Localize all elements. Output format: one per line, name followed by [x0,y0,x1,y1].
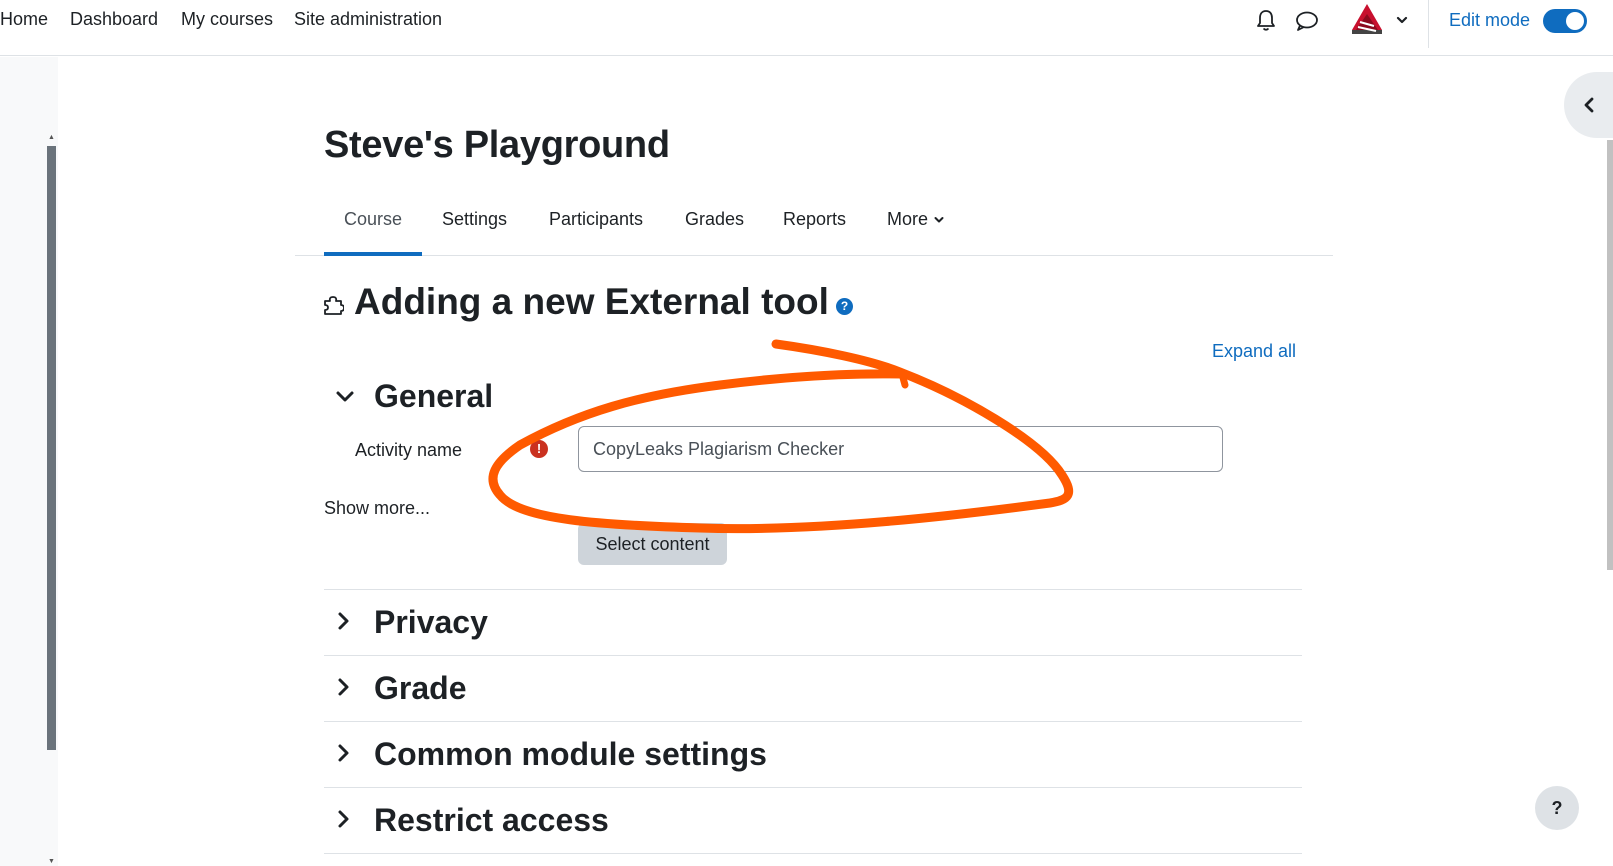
tab-grades[interactable]: Grades [685,208,744,230]
open-drawer-button[interactable] [1564,72,1613,138]
page-heading: Adding a new External tool [354,281,829,322]
help-icon[interactable]: ? [836,298,853,315]
edit-mode-label[interactable]: Edit mode [1449,9,1530,31]
toggle-knob [1566,12,1584,30]
course-secondary-nav: Course Settings Participants Grades Repo… [295,198,1333,256]
section-title-grade[interactable]: Grade [374,669,466,707]
nav-my-courses-link[interactable]: My courses [181,8,273,30]
collapse-general-chevron-icon[interactable] [334,387,356,412]
show-more-link[interactable]: Show more... [324,497,430,519]
top-navbar: Home Dashboard My courses Site administr… [0,0,1613,56]
chevron-down-icon[interactable] [1395,13,1409,32]
left-scrollbar[interactable] [47,146,56,750]
select-content-button[interactable]: Select content [578,523,727,565]
course-title: Steve's Playground [324,124,670,166]
section-divider [324,787,1302,788]
section-divider [324,589,1302,590]
nav-divider [1428,0,1429,48]
avatar[interactable] [1346,0,1388,47]
puzzle-piece-icon [322,294,345,321]
page-scrollbar[interactable] [1607,140,1613,570]
tab-settings[interactable]: Settings [442,208,507,230]
edit-mode-toggle[interactable] [1543,9,1587,33]
section-divider [324,655,1302,656]
activity-name-input[interactable] [578,426,1223,472]
active-tab-indicator [324,252,422,256]
chat-icon[interactable] [1295,10,1319,37]
section-title-common-module-settings[interactable]: Common module settings [374,735,767,773]
tab-reports[interactable]: Reports [783,208,846,230]
expand-privacy-chevron-icon[interactable] [336,610,352,637]
nav-dashboard-link[interactable]: Dashboard [70,8,158,30]
expand-restrict-access-chevron-icon[interactable] [336,808,352,835]
section-divider [324,853,1302,854]
expand-all-link[interactable]: Expand all [1212,340,1296,362]
nav-home-link[interactable]: Home [0,8,48,30]
scroll-up-arrow-icon[interactable]: ▲ [48,134,55,141]
section-divider [324,721,1302,722]
help-fab-button[interactable]: ? [1535,786,1579,830]
expand-grade-chevron-icon[interactable] [336,676,352,703]
tab-more-label: More [887,209,929,229]
section-title-general[interactable]: General [374,377,493,415]
required-icon: ! [530,440,548,458]
bell-icon[interactable] [1255,9,1277,38]
tab-course[interactable]: Course [344,208,402,230]
section-title-privacy[interactable]: Privacy [374,603,488,641]
section-title-restrict-access[interactable]: Restrict access [374,801,609,839]
chevron-left-icon [1582,96,1596,119]
tab-participants[interactable]: Participants [549,208,643,230]
activity-name-label: Activity name [355,440,463,460]
expand-common-module-chevron-icon[interactable] [336,742,352,769]
chevron-down-icon [934,217,944,223]
scroll-down-arrow-icon[interactable]: ▼ [48,858,55,865]
tab-more[interactable]: More [887,208,945,230]
nav-site-administration-link[interactable]: Site administration [294,8,442,30]
